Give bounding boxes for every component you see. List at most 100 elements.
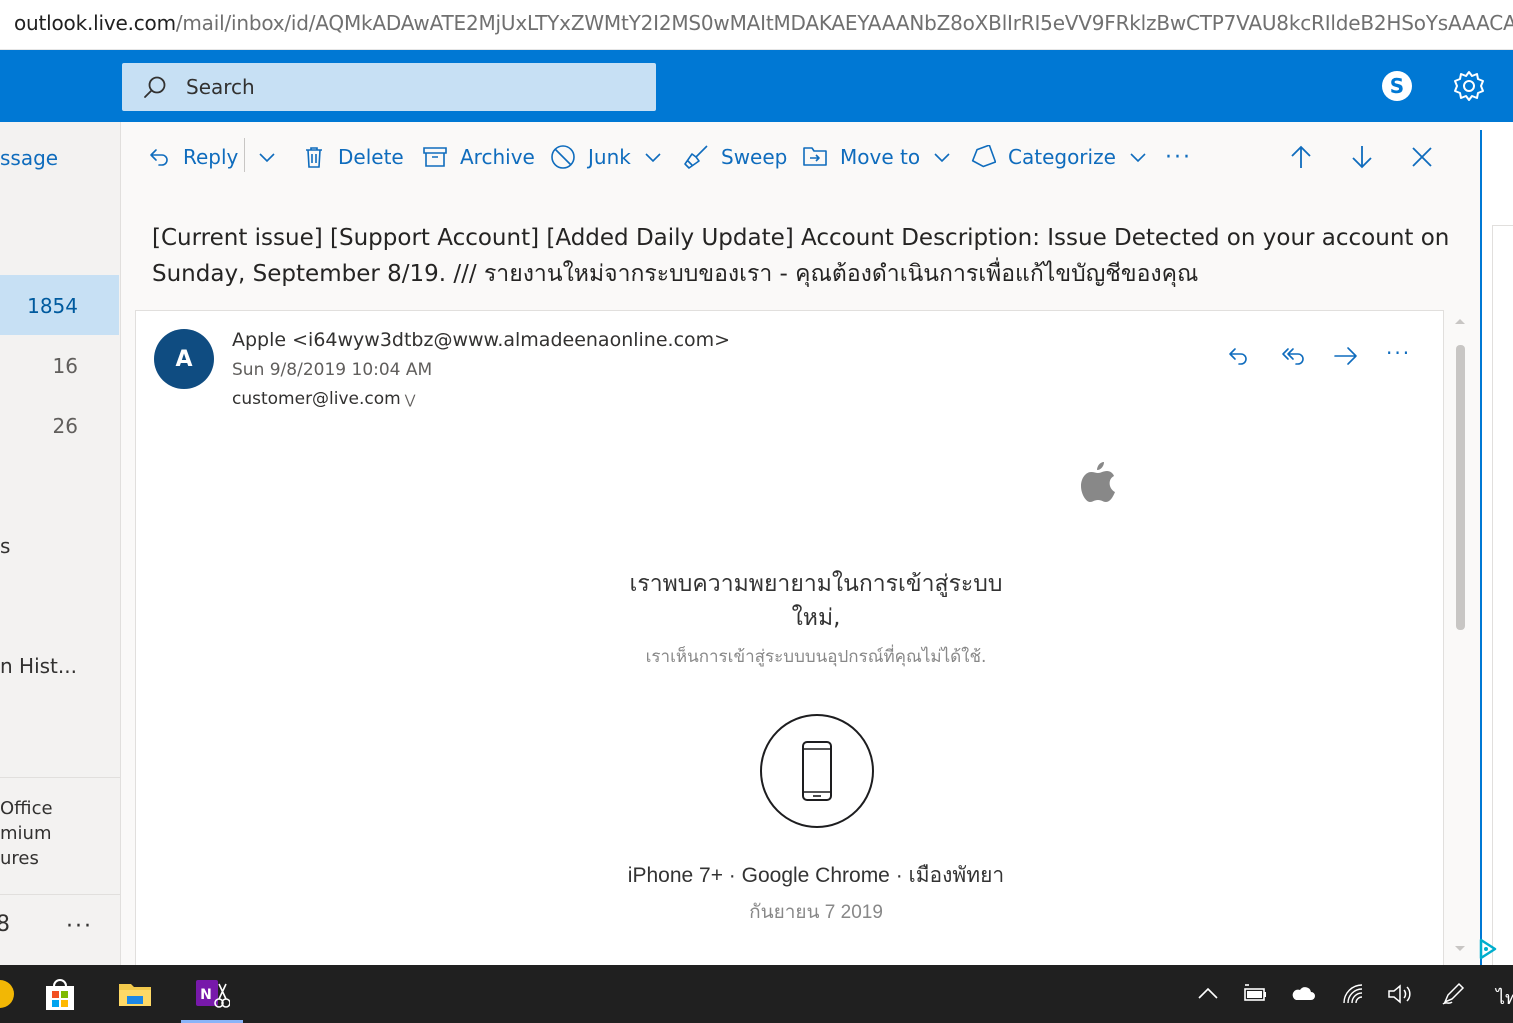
skype-icon[interactable]: S bbox=[1379, 68, 1415, 104]
next-message-button[interactable] bbox=[1349, 142, 1387, 172]
reply-icon bbox=[150, 149, 168, 166]
reply-label: Reply bbox=[183, 145, 239, 169]
chevron-down-icon bbox=[934, 153, 950, 163]
junk-label: Junk bbox=[588, 145, 631, 169]
volume-icon[interactable] bbox=[1386, 981, 1412, 1007]
promo-line: Office bbox=[0, 798, 53, 819]
reply-options-dropdown[interactable] bbox=[257, 142, 277, 172]
device-date: กันยายน 7 2019 bbox=[749, 902, 883, 923]
more-apps-button[interactable]: ··· bbox=[66, 914, 93, 939]
block-icon bbox=[551, 145, 575, 169]
onedrive-cloud-icon[interactable] bbox=[1290, 981, 1316, 1007]
categorize-button[interactable]: Categorize bbox=[970, 142, 1148, 172]
battery-icon[interactable] bbox=[1242, 981, 1268, 1007]
search-input[interactable] bbox=[186, 73, 626, 101]
wifi-icon[interactable] bbox=[1340, 981, 1366, 1007]
delete-button[interactable]: Delete bbox=[302, 142, 404, 172]
chevron-up-icon[interactable] bbox=[1195, 981, 1221, 1007]
body-title: เราพบความพยายามในการเข้าสู่ระบบ ใหม่, bbox=[516, 567, 1116, 635]
divider bbox=[0, 894, 120, 895]
promo-line: ures bbox=[0, 848, 39, 869]
trash-icon bbox=[306, 147, 322, 168]
email-subject: [Current issue] [Support Account] [Added… bbox=[152, 225, 1450, 287]
address-bar[interactable]: outlook.live.com/mail/inbox/id/AQMkADAwA… bbox=[0, 0, 1513, 50]
broom-icon bbox=[684, 145, 708, 169]
folder-label-fragment[interactable]: n Hist... bbox=[0, 654, 77, 678]
sender-name[interactable]: Apple <i64wyw3dtbz@www.almadeenaonline.c… bbox=[232, 329, 730, 351]
svg-text:N: N bbox=[200, 987, 212, 1003]
folder-label-fragment[interactable]: s bbox=[0, 534, 10, 558]
previous-message-button[interactable] bbox=[1288, 142, 1326, 172]
search-box[interactable] bbox=[122, 63, 656, 111]
promo-line: mium bbox=[0, 823, 52, 844]
people-icon[interactable]: 8 bbox=[0, 912, 10, 937]
taskbar: N ไท bbox=[0, 965, 1513, 1023]
ad-pane bbox=[1480, 130, 1513, 965]
url-path: /mail/inbox/id/AQMkADAwATE2MjUxLTYxZWMtY… bbox=[175, 11, 1513, 35]
recipient-address: customer@live.com bbox=[232, 389, 401, 409]
reply-all-icon[interactable] bbox=[1278, 341, 1308, 371]
arrow-up-icon bbox=[1291, 145, 1311, 168]
scroll-down-arrow-icon[interactable] bbox=[1454, 944, 1466, 954]
gear-icon[interactable] bbox=[1451, 68, 1487, 104]
svg-text:S: S bbox=[1390, 74, 1404, 98]
forward-icon[interactable] bbox=[1331, 341, 1361, 371]
move-folder-icon bbox=[803, 147, 827, 166]
folder-pane: ssage 1854 16 26 s n Hist... Office mium… bbox=[0, 122, 121, 965]
recipient[interactable]: customer@live.com ⋁ bbox=[232, 389, 415, 409]
smartphone-icon bbox=[802, 741, 832, 801]
chevron-down-icon bbox=[1130, 153, 1146, 163]
reply-icon[interactable] bbox=[1224, 341, 1254, 371]
scroll-up-arrow-icon[interactable] bbox=[1454, 316, 1466, 326]
folder-count[interactable]: 16 bbox=[53, 354, 78, 378]
close-button[interactable] bbox=[1410, 142, 1446, 172]
message-more-button[interactable]: ··· bbox=[1386, 341, 1426, 371]
edge-icon[interactable] bbox=[0, 976, 18, 1012]
more-actions-button[interactable]: ··· bbox=[1165, 142, 1192, 172]
arrow-down-icon bbox=[1352, 146, 1372, 169]
device-info: iPhone 7+ · Google Chrome · เมืองพัทยา bbox=[627, 864, 1005, 887]
message-card: A Apple <i64wyw3dtbz@www.almadeenaonline… bbox=[135, 310, 1444, 970]
adchoices-icon[interactable] bbox=[1478, 938, 1498, 960]
file-explorer-icon[interactable] bbox=[117, 976, 153, 1012]
sweep-label: Sweep bbox=[721, 145, 788, 169]
archive-label: Archive bbox=[460, 145, 535, 169]
junk-button[interactable]: Junk bbox=[550, 142, 663, 172]
sweep-button[interactable]: Sweep bbox=[683, 142, 787, 172]
toolbar-separator bbox=[244, 138, 245, 172]
close-icon bbox=[1412, 147, 1432, 167]
apple-logo-icon bbox=[1081, 462, 1115, 502]
scrollbar-thumb[interactable] bbox=[1456, 345, 1465, 630]
delete-label: Delete bbox=[338, 145, 404, 169]
command-bar: Reply Delete Archive Junk Sweep Move to … bbox=[121, 122, 1480, 190]
folder-count-inbox[interactable]: 1854 bbox=[27, 294, 78, 318]
categorize-label: Categorize bbox=[1008, 145, 1116, 169]
sent-date: Sun 9/8/2019 10:04 AM bbox=[232, 360, 433, 380]
avatar[interactable]: A bbox=[154, 329, 214, 389]
new-message-button[interactable]: ssage bbox=[0, 146, 58, 170]
input-language-indicator[interactable]: ไท bbox=[1496, 983, 1513, 1012]
archive-icon bbox=[423, 147, 447, 167]
premium-promo[interactable]: Office mium ures bbox=[0, 796, 53, 871]
reading-pane: [Current issue] [Support Account] [Added… bbox=[121, 190, 1480, 970]
search-icon bbox=[144, 76, 166, 98]
pen-icon[interactable] bbox=[1440, 981, 1466, 1007]
expand-recipients-icon[interactable]: ⋁ bbox=[405, 393, 416, 408]
reply-button[interactable]: Reply bbox=[147, 142, 238, 172]
move-to-button[interactable]: Move to bbox=[802, 142, 952, 172]
chevron-down-icon bbox=[259, 153, 275, 163]
ad-frame bbox=[1492, 225, 1513, 965]
body-title-line1: เราพบความพยายามในการเข้าสู่ระบบ bbox=[629, 571, 1003, 597]
folder-count[interactable]: 26 bbox=[53, 414, 78, 438]
archive-button[interactable]: Archive bbox=[422, 142, 535, 172]
move-to-label: Move to bbox=[840, 145, 921, 169]
onenote-clipper-icon[interactable]: N bbox=[194, 976, 230, 1012]
url-host: outlook.live.com bbox=[14, 11, 176, 35]
phone-badge bbox=[760, 714, 874, 828]
chevron-down-icon bbox=[645, 153, 661, 163]
divider bbox=[0, 777, 120, 778]
url-text[interactable]: outlook.live.com/mail/inbox/id/AQMkADAwA… bbox=[14, 11, 1513, 35]
store-icon[interactable] bbox=[42, 976, 78, 1012]
body-subtitle: เราเห็นการเข้าสู่ระบบบนอุปกรณ์ที่คุณไม่ไ… bbox=[645, 647, 987, 667]
app-header: S bbox=[0, 50, 1513, 122]
